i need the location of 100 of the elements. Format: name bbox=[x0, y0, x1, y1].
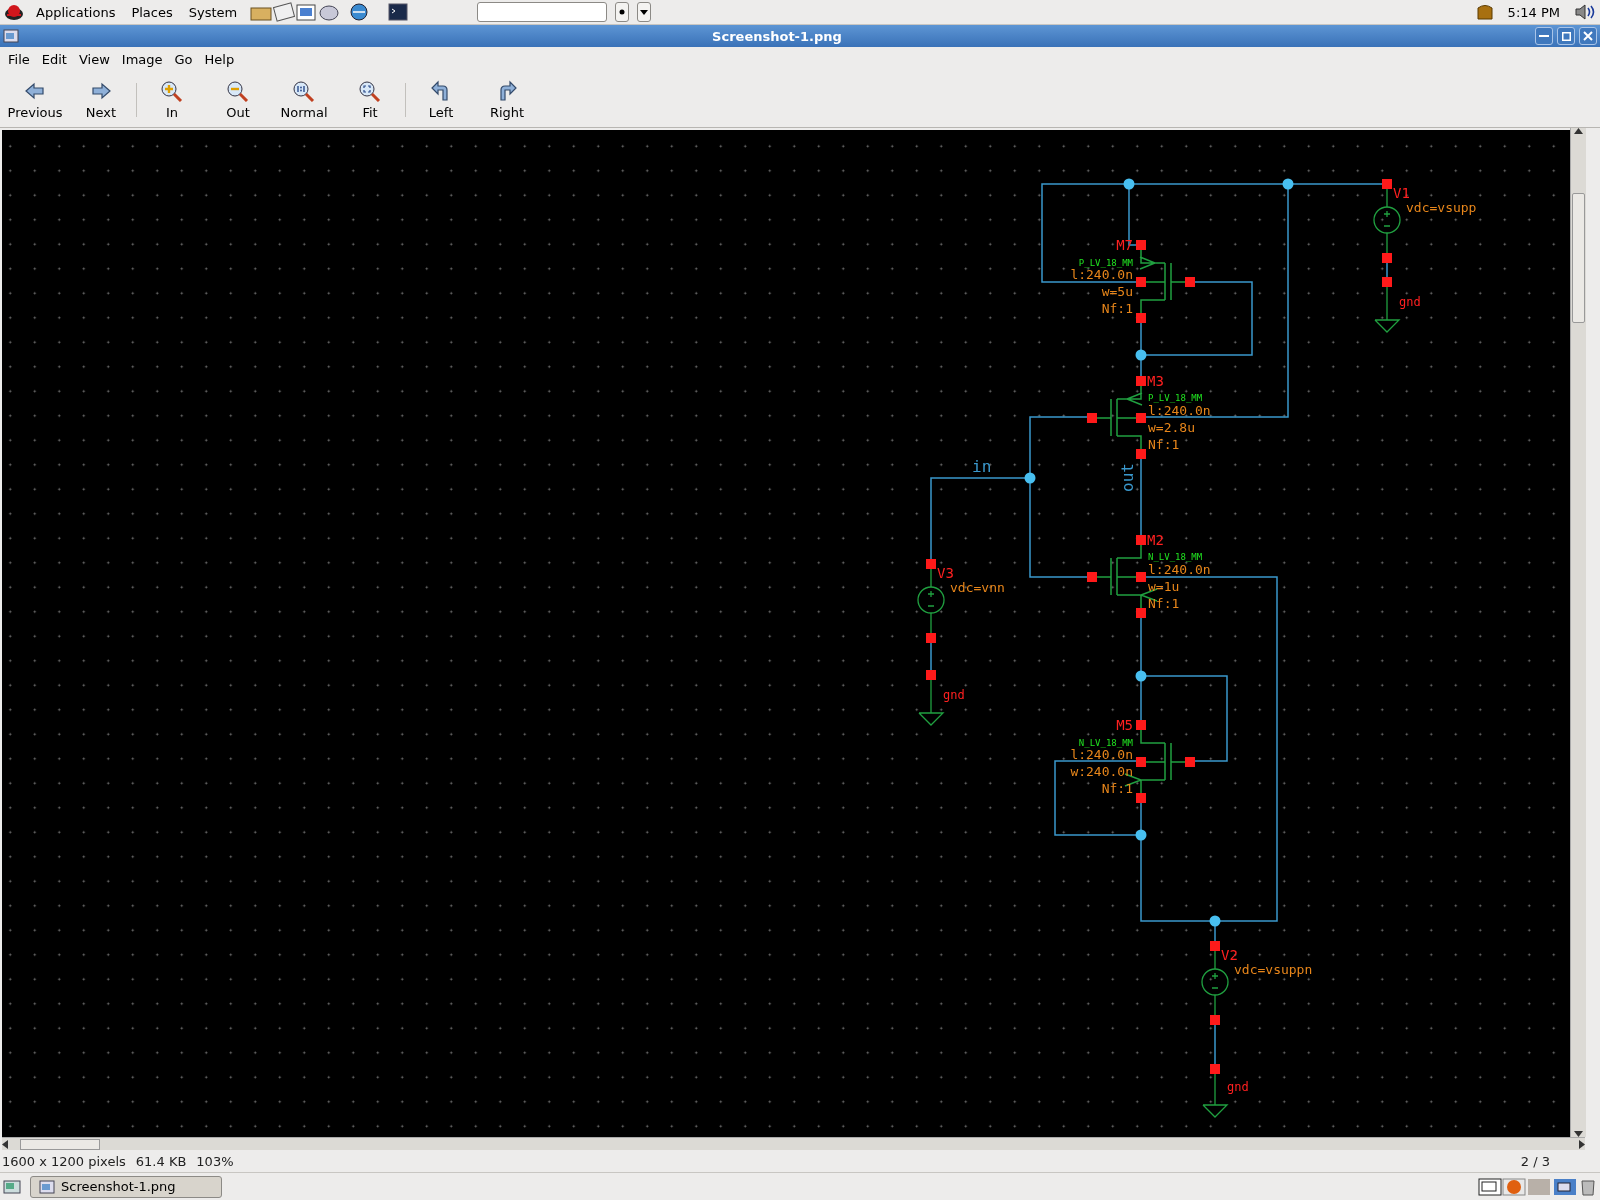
parameter-label: w:240.0n bbox=[1070, 764, 1133, 779]
menu-item[interactable]: Edit bbox=[35, 50, 73, 69]
parameter-label: Nf:1 bbox=[1101, 301, 1133, 316]
ground-symbol bbox=[1201, 1104, 1229, 1118]
model-name: N_LV_18_MM bbox=[1148, 552, 1203, 562]
pin-marker bbox=[1087, 413, 1097, 423]
parameter-label: l:240.0n bbox=[1148, 562, 1211, 577]
pin-marker bbox=[926, 633, 936, 643]
menu-item[interactable]: View bbox=[72, 50, 116, 69]
pin-marker bbox=[1382, 277, 1392, 287]
workspace-switcher-drawing[interactable] bbox=[1478, 1176, 1598, 1197]
vertical-scrollbar[interactable] bbox=[1570, 128, 1586, 1137]
pin-marker bbox=[1087, 572, 1097, 582]
window-icon bbox=[3, 29, 19, 43]
menu-item[interactable]: Go bbox=[168, 50, 199, 69]
model-name: P_LV_18_MM bbox=[1078, 258, 1133, 268]
pin-marker bbox=[1136, 608, 1146, 618]
component-name: M2 bbox=[1147, 532, 1164, 548]
zoom-out-icon bbox=[226, 79, 250, 102]
terminal-icon[interactable] bbox=[387, 2, 410, 22]
menu-item[interactable]: File bbox=[2, 50, 36, 69]
junction-dot bbox=[1135, 829, 1147, 841]
model-name: N_LV_18_MM bbox=[1078, 738, 1133, 748]
panel-menu[interactable]: Applications bbox=[32, 2, 120, 22]
pin-marker bbox=[1210, 941, 1220, 951]
parameter-label: Nf:1 bbox=[1148, 596, 1180, 611]
junction-dot bbox=[1209, 915, 1221, 927]
minimize-button[interactable] bbox=[1535, 27, 1553, 45]
right-arrow-icon bbox=[1579, 1139, 1585, 1149]
magnifier-icon bbox=[358, 79, 382, 102]
component-name: M7 bbox=[1116, 237, 1133, 253]
ground-label: gnd bbox=[1227, 1080, 1249, 1094]
text-field[interactable] bbox=[477, 2, 608, 22]
menu-item[interactable]: Image bbox=[115, 50, 169, 69]
menu-item[interactable]: Help bbox=[198, 50, 241, 69]
speaker-icon[interactable] bbox=[1574, 3, 1596, 21]
parameter-label: l:240.0n bbox=[1070, 267, 1133, 282]
pin-marker bbox=[1382, 179, 1392, 189]
horizontal-scrollbar[interactable] bbox=[2, 1137, 1585, 1150]
minimize-icon bbox=[1539, 35, 1549, 37]
ground-symbol bbox=[917, 712, 945, 726]
dropdown-button[interactable] bbox=[637, 2, 652, 22]
scrollbar-thumb[interactable] bbox=[20, 1138, 100, 1150]
component-name: M3 bbox=[1147, 373, 1164, 389]
toolbar-button[interactable]: Normal bbox=[271, 74, 337, 125]
toolbar-button[interactable]: In bbox=[139, 74, 205, 125]
window-title: Screenshot-1.png bbox=[711, 28, 843, 44]
junction-dot bbox=[1135, 670, 1147, 682]
pin-marker bbox=[1136, 757, 1146, 767]
toolbar-button[interactable]: Fit bbox=[337, 74, 403, 125]
parameter-label: l:240.0n bbox=[1070, 747, 1133, 762]
component-name: V1 bbox=[1393, 185, 1410, 201]
pin-marker bbox=[1136, 535, 1146, 545]
maximize-button[interactable] bbox=[1557, 27, 1575, 45]
model-name: P_LV_18_MM bbox=[1148, 393, 1203, 403]
pin-marker bbox=[1136, 313, 1146, 323]
pin-marker bbox=[1210, 1064, 1220, 1074]
junction-dot bbox=[1282, 178, 1294, 190]
junction-dot bbox=[1024, 472, 1036, 484]
task-button[interactable]: Screenshot-1.png bbox=[30, 1175, 222, 1198]
pin-marker bbox=[1136, 240, 1146, 250]
toolbar-button[interactable]: Right bbox=[474, 74, 540, 125]
source-value: vdc=vnn bbox=[950, 580, 1005, 595]
pin-marker bbox=[1136, 277, 1146, 287]
zoom-in-icon bbox=[160, 79, 184, 102]
parameter-label: w=5u bbox=[1101, 284, 1133, 299]
up-arrow-icon bbox=[1574, 128, 1583, 134]
pin-marker bbox=[1210, 1015, 1220, 1025]
dot-icon bbox=[619, 9, 626, 15]
parameter-label: Nf:1 bbox=[1101, 781, 1133, 796]
pin-marker bbox=[1185, 277, 1195, 287]
panel-menu[interactable]: System bbox=[184, 2, 242, 22]
parameter-label: l:240.0n bbox=[1148, 403, 1211, 418]
close-icon bbox=[1583, 31, 1593, 41]
magnifier-icon bbox=[292, 79, 316, 102]
ground-symbol bbox=[1373, 319, 1401, 333]
component-name: V3 bbox=[937, 565, 954, 581]
toolbar-button[interactable]: Left bbox=[408, 74, 474, 125]
clock[interactable]: 5:14 PM bbox=[1507, 4, 1560, 20]
close-button[interactable] bbox=[1579, 27, 1597, 45]
file-size: 61.4 KB bbox=[135, 1153, 187, 1169]
toolbar-button[interactable]: Previous bbox=[2, 74, 68, 125]
pin-marker bbox=[1185, 757, 1195, 767]
pin-marker bbox=[1136, 572, 1146, 582]
parameter-label: w=2.8u bbox=[1148, 420, 1195, 435]
toolbar-button[interactable]: Next bbox=[68, 74, 134, 125]
source-value: vdc=vsuppn bbox=[1234, 962, 1313, 977]
caret-icon bbox=[640, 9, 649, 15]
toast-icon[interactable] bbox=[1475, 3, 1494, 21]
hat-icon bbox=[4, 3, 24, 21]
parameter-label: w=1u bbox=[1148, 579, 1180, 594]
dot-button[interactable] bbox=[615, 2, 630, 22]
down-arrow-icon bbox=[1574, 1131, 1583, 1137]
scrollbar-thumb[interactable] bbox=[1572, 192, 1585, 323]
panel-menu[interactable]: Places bbox=[127, 2, 177, 22]
ground-label: gnd bbox=[1399, 295, 1421, 309]
toolbar-button[interactable]: Out bbox=[205, 74, 271, 125]
source-value: vdc=vsupp bbox=[1406, 200, 1477, 215]
ground-label: gnd bbox=[943, 688, 965, 702]
junction-dot bbox=[1135, 349, 1147, 361]
